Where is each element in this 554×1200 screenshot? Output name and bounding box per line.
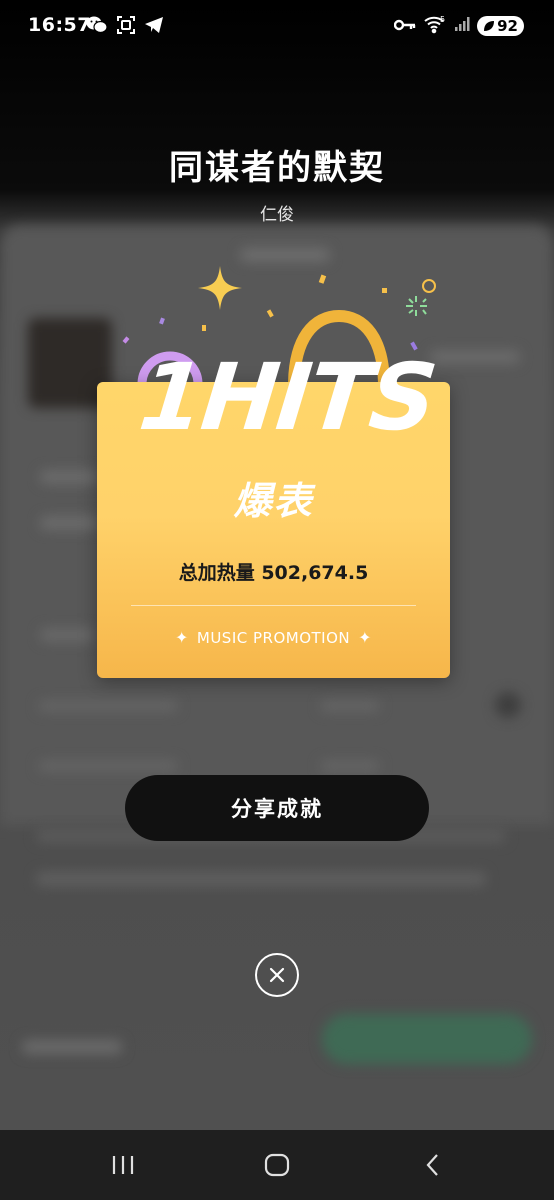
heat-label: 总加热量 (178, 562, 255, 584)
popup-title: 同谋者的默契 (169, 148, 385, 188)
card-divider (131, 605, 416, 606)
close-button[interactable] (255, 953, 299, 997)
wifi-icon: 5 (423, 14, 447, 38)
sparkle-left-icon: ✦ (174, 628, 189, 647)
signal-icon (454, 16, 470, 36)
sparkle-right-icon: ✦ (358, 628, 373, 647)
system-nav-bar (0, 1130, 554, 1200)
home-icon (264, 1153, 290, 1177)
badge-name: 爆表 (233, 479, 314, 523)
bg-text (36, 872, 486, 886)
key-icon (393, 17, 416, 36)
scan-icon (116, 15, 136, 39)
battery-indicator: 92 (477, 16, 524, 36)
bg-text (38, 760, 178, 772)
bg-text (22, 1040, 122, 1054)
heat-value: 502,674.5 (261, 562, 369, 584)
hits-logo: 1HITS (134, 344, 440, 451)
back-button[interactable] (413, 1150, 453, 1180)
artist-name: 仁俊 (260, 205, 294, 225)
bg-text (40, 628, 95, 642)
bg-text (320, 760, 380, 772)
close-icon (269, 967, 285, 983)
bg-icon (495, 692, 521, 718)
bg-text (38, 700, 178, 712)
status-time: 16:57 (28, 14, 91, 36)
promo-row: ✦ MUSIC PROMOTION ✦ (97, 628, 450, 647)
recent-apps-button[interactable] (103, 1150, 143, 1180)
bg-text (40, 470, 100, 484)
share-achievement-button[interactable]: 分享成就 (125, 775, 429, 841)
leaf-icon (484, 21, 495, 31)
svg-text:5: 5 (440, 15, 445, 24)
back-icon (426, 1154, 438, 1176)
bg-button (322, 1014, 532, 1064)
telegram-icon (144, 16, 164, 38)
bg-text (320, 700, 380, 712)
promo-label: MUSIC PROMOTION (196, 629, 351, 647)
bg-text (240, 248, 330, 262)
notification-icons (86, 15, 164, 39)
wechat-icon (86, 15, 108, 39)
system-icons: 5 92 (393, 14, 524, 38)
home-button[interactable] (257, 1150, 297, 1180)
heat-total: 总加热量 502,674.5 (97, 558, 450, 585)
bg-text (40, 516, 100, 530)
status-bar: 16:57 5 92 (0, 0, 554, 52)
recent-apps-icon (112, 1156, 134, 1174)
battery-level: 92 (497, 17, 518, 35)
